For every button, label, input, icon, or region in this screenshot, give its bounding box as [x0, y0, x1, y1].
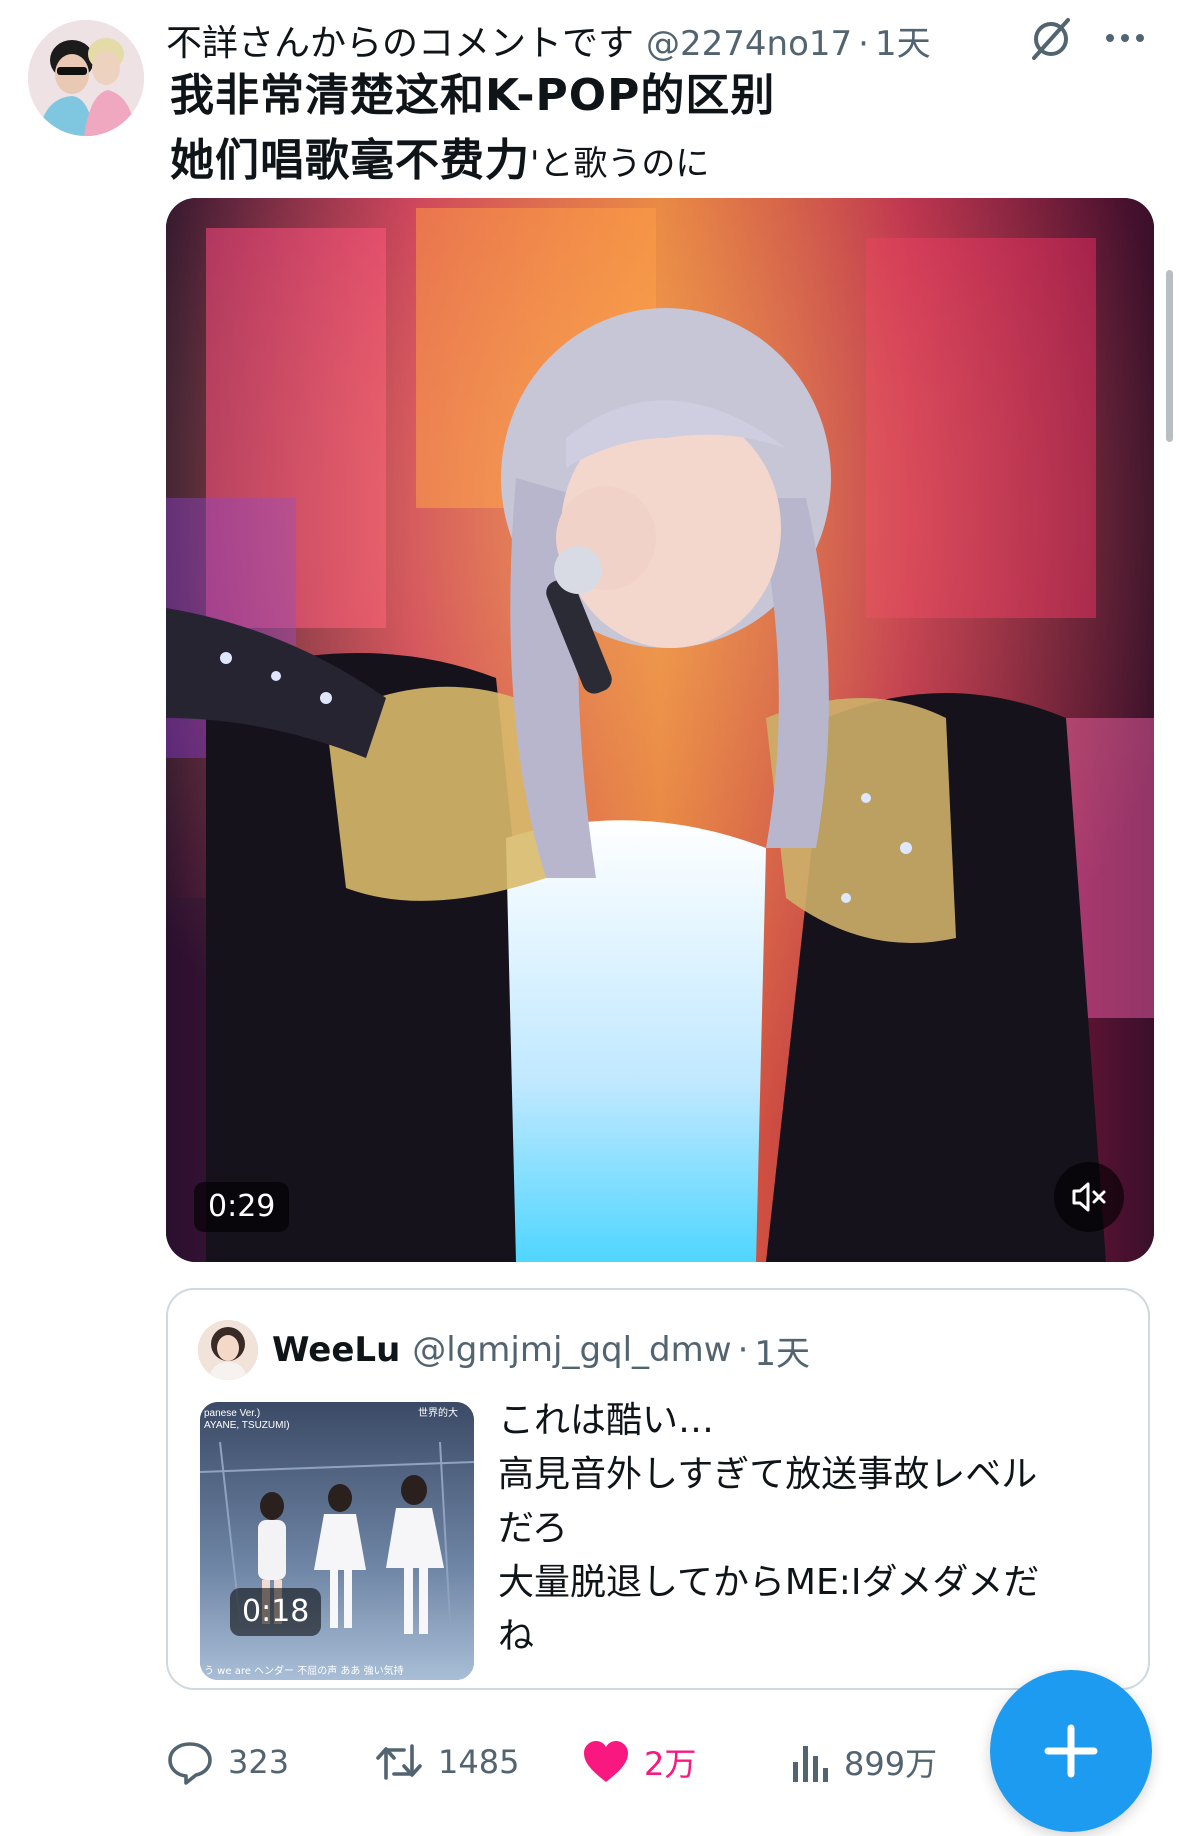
tweet-header: 不詳さんからのコメントです @2274no17 · 1天: [166, 14, 931, 64]
tweet-text-line-2: 她们唱歌毫不费力: [170, 135, 530, 186]
thumbnail-caption-right: 世界的大: [418, 1406, 458, 1419]
quote-thumbnail-frame: panese Ver.) AYANE, TSUZUMI) 世界的大 う we a…: [200, 1402, 474, 1680]
quote-header: WeeLu @lgmjmj_gql_dmw · 1天: [272, 1320, 810, 1380]
reply-icon: [168, 1742, 212, 1785]
quote-separator: ·: [737, 1330, 749, 1370]
quote-video-thumbnail[interactable]: panese Ver.) AYANE, TSUZUMI) 世界的大 う we a…: [200, 1402, 474, 1680]
quote-video-duration: 0:18: [230, 1588, 322, 1636]
tweet-text-line-2-suffix: 'と歌うのに: [530, 144, 710, 184]
scrollbar[interactable]: [1166, 270, 1173, 442]
like-icon: [584, 1741, 628, 1782]
video-duration: 0:29: [194, 1182, 290, 1232]
grok-icon[interactable]: [1026, 14, 1076, 64]
quote-author-name[interactable]: WeeLu: [272, 1330, 400, 1370]
view-count: 899万: [844, 1745, 938, 1783]
video-frame: [166, 198, 1154, 1262]
retweet-icon: [376, 1744, 422, 1780]
reply-button[interactable]: 323: [166, 1732, 289, 1792]
tweet-text: 我非常清楚这和K-POP的区别 她们唱歌毫不费力'と歌うのに: [170, 68, 1130, 198]
header-separator: ·: [858, 24, 869, 64]
quote-author-handle[interactable]: @lgmjmj_gql_dmw: [412, 1330, 731, 1370]
tweet-timestamp[interactable]: 1天: [875, 16, 931, 65]
quote-author-avatar[interactable]: [198, 1320, 258, 1380]
author-handle[interactable]: @2274no17: [646, 24, 852, 64]
views-button[interactable]: 899万: [790, 1732, 937, 1792]
thumbnail-caption-left: panese Ver.): [204, 1408, 260, 1419]
quote-text-line: ね: [498, 1616, 535, 1657]
compose-icon: [1044, 1724, 1098, 1778]
retweet-button[interactable]: 1485: [374, 1732, 519, 1792]
like-count: 2万: [644, 1745, 697, 1783]
thumbnail-subtitle: う we are ヘンダー 不屈の声 ああ 強い気持: [204, 1664, 404, 1677]
author-avatar[interactable]: [28, 20, 144, 136]
thumbnail-caption-left-2: AYANE, TSUZUMI): [204, 1420, 290, 1431]
quote-text-line: 高見音外しすぎて放送事故レベル: [498, 1454, 1038, 1495]
retweet-count: 1485: [438, 1743, 520, 1781]
tweet-video[interactable]: 0:29: [166, 198, 1154, 1262]
quote-text-line: これは酷い…: [498, 1400, 715, 1441]
quote-tweet-card[interactable]: WeeLu @lgmjmj_gql_dmw · 1天 panese Ver.) …: [166, 1288, 1150, 1690]
tweet-text-line-1: 我非常清楚这和K-POP的区别: [170, 70, 776, 121]
tweet-action-bar: 323 1485 2万 899万: [166, 1732, 1026, 1792]
views-icon: [793, 1746, 828, 1782]
quote-text-line: だろ: [498, 1508, 568, 1549]
reply-count: 323: [228, 1743, 290, 1781]
quote-text-line: 大量脱退してからME:Iダメダメだ: [498, 1562, 1040, 1603]
mute-icon: [1072, 1182, 1106, 1212]
mute-button[interactable]: [1054, 1162, 1124, 1232]
like-button[interactable]: 2万: [582, 1732, 696, 1792]
more-icon[interactable]: [1102, 18, 1148, 58]
quote-text: これは酷い… 高見音外しすぎて放送事故レベル だろ 大量脱退してからME:Iダメ…: [498, 1394, 1138, 1664]
quote-timestamp[interactable]: 1天: [754, 1326, 810, 1375]
compose-button[interactable]: [990, 1670, 1152, 1832]
author-name[interactable]: 不詳さんからのコメントです: [166, 14, 634, 66]
